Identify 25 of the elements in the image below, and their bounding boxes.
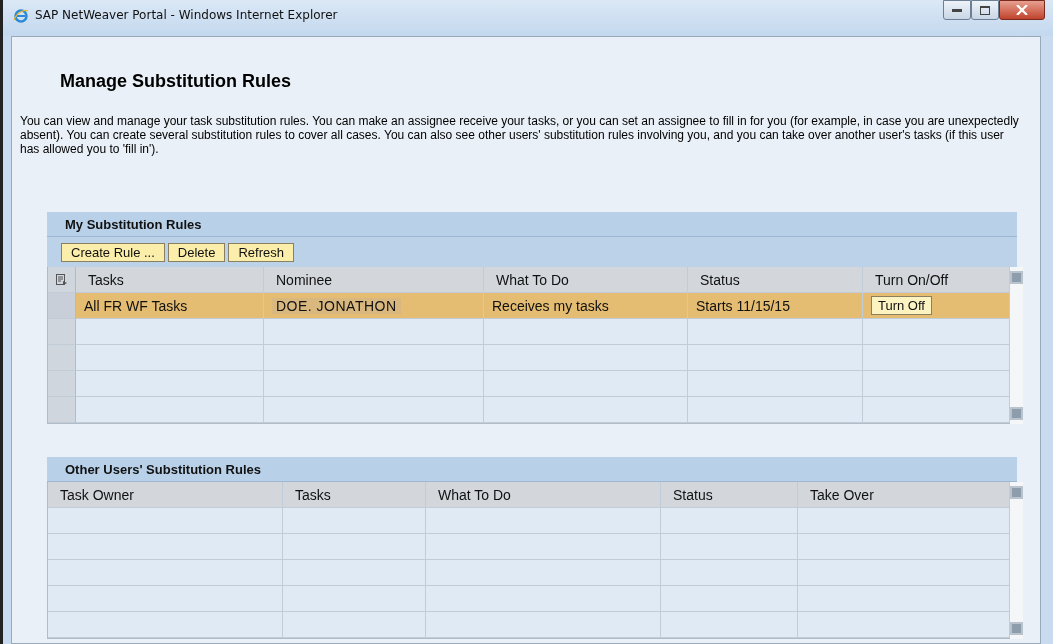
toolbar-button[interactable]: Refresh	[228, 243, 294, 262]
maximize-button[interactable]	[971, 0, 999, 20]
minimize-button[interactable]	[943, 0, 971, 20]
nominee-name: DOE. JONATHON	[272, 297, 401, 314]
browser-logo-icon	[13, 8, 29, 24]
row-selector[interactable]	[48, 397, 76, 423]
panel-title: My Substitution Rules	[65, 216, 202, 232]
minimize-icon	[952, 8, 962, 12]
turn-off-button[interactable]: Turn Off	[871, 296, 932, 315]
description-text: You can view and manage your task substitution rules. You can make an assignee receive your tasks, or you can set an assignee to fill in for you (for example, in case you are unexpectedly absent). You can create several substitution rules to cover all cases. You can also see other users' substitution rules involving you, and you can take over another user's tasks (if this user has allowed you to 'fill in').	[20, 114, 1020, 156]
row-selector[interactable]	[48, 371, 76, 397]
maximize-icon	[980, 5, 990, 15]
table-row[interactable]: All FR WF Tasks DOE. JONATHON Receives my tasks Starts 11/15/15 Turn Off	[48, 293, 1010, 319]
row-selector[interactable]	[48, 319, 76, 345]
close-button[interactable]	[999, 0, 1045, 20]
close-icon	[1016, 5, 1028, 15]
page-title: Manage Substitution Rules	[60, 71, 292, 92]
window-title: SAP NetWeaver Portal - Windows Internet Explorer	[35, 8, 338, 22]
panel-title: Other Users' Substitution Rules	[65, 461, 261, 477]
toolbar-button[interactable]: Create Rule ...	[61, 243, 165, 262]
scrollbar[interactable]	[1010, 267, 1023, 424]
column-settings-icon[interactable]	[48, 267, 76, 293]
scrollbar[interactable]	[1010, 482, 1023, 639]
toolbar-button[interactable]: Delete	[167, 243, 226, 262]
row-selector[interactable]	[48, 345, 76, 371]
